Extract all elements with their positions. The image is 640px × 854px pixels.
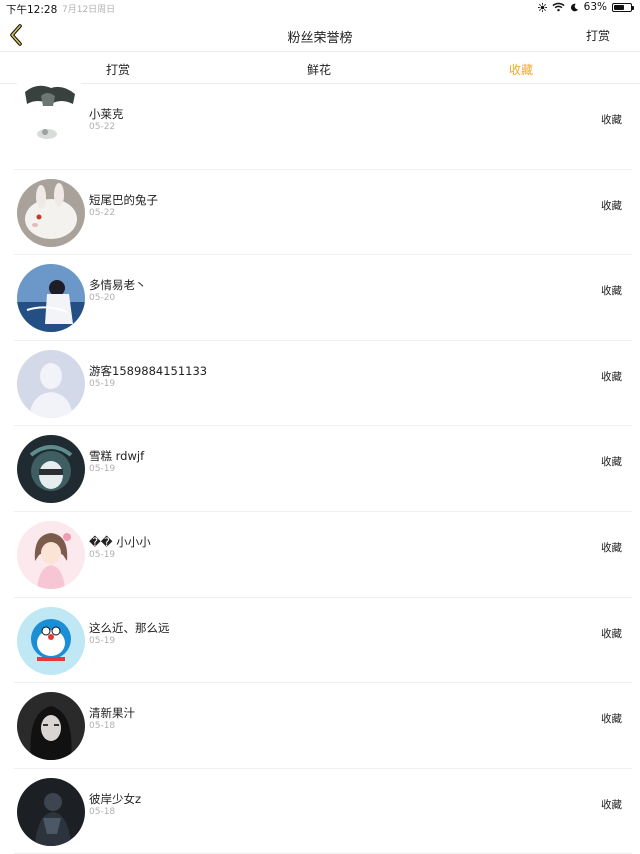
fan-name: 雪糕 rdwjf [89, 449, 145, 464]
avatar [17, 349, 85, 418]
fan-row[interactable]: 小莱克 05-22 收藏 [14, 82, 632, 170]
nav-bar: 粉丝荣誉榜 打赏 [0, 18, 640, 52]
fan-list: 小莱克 05-22 收藏 短尾巴的兔子 05-22 收藏 多情易老丶 05-20… [0, 82, 640, 854]
moon-icon [570, 3, 578, 11]
fan-tag: 收藏 [601, 456, 622, 469]
fan-name: 清新果汁 [89, 706, 135, 721]
fan-row[interactable]: 彼岸少女z 05-18 收藏 [14, 769, 632, 854]
tab-bar: 打赏 鲜花 收藏 [0, 52, 640, 84]
fan-row[interactable]: 短尾巴的兔子 05-22 收藏 [14, 170, 632, 256]
avatar [17, 777, 85, 846]
fan-row[interactable]: 雪糕 rdwjf 05-19 收藏 [14, 426, 632, 512]
battery-icon [612, 2, 634, 12]
fan-row[interactable]: �� 小小小 05-19 收藏 [14, 512, 632, 598]
fan-date: 05-18 [89, 806, 116, 817]
fan-date: 05-19 [89, 635, 116, 646]
avatar [17, 178, 85, 247]
fan-tag: 收藏 [601, 114, 622, 126]
fan-date: 05-20 [89, 293, 116, 304]
tab-reward[interactable]: 打赏 [106, 61, 130, 78]
fan-tag: 收藏 [601, 370, 622, 383]
status-time: 下午12:28 [6, 4, 58, 16]
avatar [17, 82, 81, 154]
fan-name: 小莱克 [89, 107, 124, 121]
fan-date: 05-19 [89, 378, 116, 389]
fan-tag: 收藏 [601, 285, 622, 298]
fan-tag: 收藏 [601, 798, 622, 811]
status-right: 63% [537, 1, 634, 13]
fan-row[interactable]: 游客1589884151133 05-19 收藏 [14, 341, 632, 427]
fan-date: 05-19 [89, 549, 116, 560]
avatar [17, 606, 85, 675]
avatar [17, 692, 85, 761]
avatar [17, 520, 85, 589]
page-title: 粉丝荣誉榜 [287, 31, 353, 46]
avatar [17, 435, 85, 504]
fan-tag: 收藏 [601, 199, 622, 212]
fan-row[interactable]: 多情易老丶 05-20 收藏 [14, 255, 632, 341]
tab-collect[interactable]: 收藏 [509, 61, 533, 78]
fan-name: 彼岸少女z [89, 791, 142, 806]
fan-row[interactable]: 清新果汁 05-18 收藏 [14, 683, 632, 769]
fan-tag: 收藏 [601, 541, 622, 554]
battery-percent: 63% [583, 1, 607, 13]
fan-name: 这么近、那么远 [89, 620, 170, 635]
status-bar: 下午12:28 7月12日周日 63% [0, 0, 640, 18]
fan-name: �� 小小小 [89, 534, 151, 549]
avatar [17, 264, 85, 333]
fan-name: 多情易老丶 [89, 278, 147, 293]
fan-date: 05-18 [89, 721, 116, 732]
fan-tag: 收藏 [601, 627, 622, 640]
fan-date: 05-22 [89, 122, 116, 132]
fan-date: 05-22 [89, 207, 116, 218]
wifi-icon [552, 2, 565, 12]
fan-date: 05-19 [89, 464, 116, 475]
location-icon [537, 2, 547, 12]
reward-button[interactable]: 打赏 [586, 27, 610, 44]
fan-name: 短尾巴的兔子 [89, 192, 158, 207]
status-date: 7月12日周日 [62, 5, 116, 15]
fan-tag: 收藏 [601, 713, 622, 726]
fan-row[interactable]: 这么近、那么远 05-19 收藏 [14, 598, 632, 684]
tab-flowers[interactable]: 鲜花 [307, 61, 331, 78]
fan-name: 游客1589884151133 [89, 363, 208, 378]
